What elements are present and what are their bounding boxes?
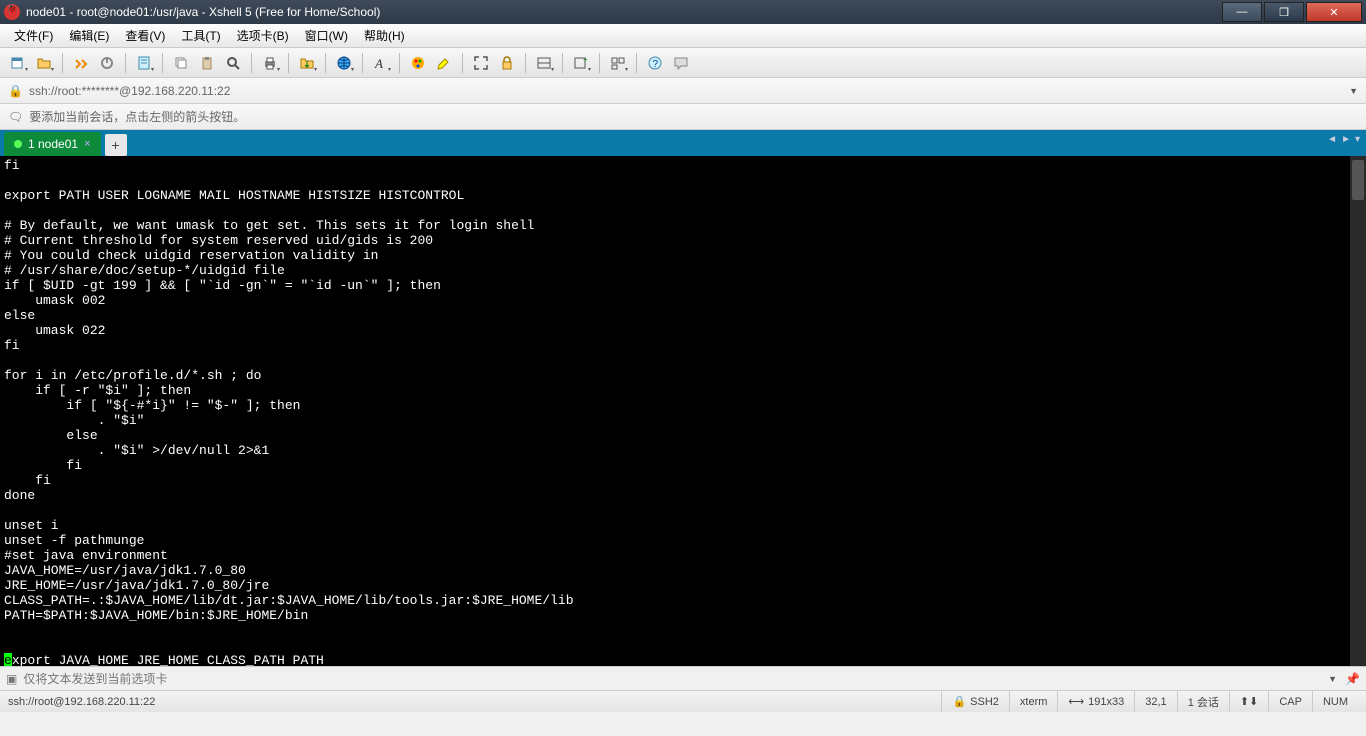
status-connection: ssh://root@192.168.220.11:22 bbox=[8, 696, 155, 708]
toolbar-separator bbox=[288, 53, 289, 73]
send-pin-button[interactable]: 📌 bbox=[1345, 672, 1360, 686]
add-session-icon[interactable]: 🗨 bbox=[8, 110, 23, 124]
layout-horizontal-button[interactable]: ▾ bbox=[532, 51, 556, 75]
close-button[interactable]: ✕ bbox=[1306, 2, 1362, 22]
toolbar-separator bbox=[399, 53, 400, 73]
toolbar-separator bbox=[562, 53, 563, 73]
lock-scroll-button[interactable] bbox=[495, 51, 519, 75]
terminal-cursor: e bbox=[4, 653, 12, 666]
app-icon bbox=[4, 4, 20, 20]
highlight-button[interactable] bbox=[432, 51, 456, 75]
find-button[interactable] bbox=[221, 51, 245, 75]
status-protocol: 🔒SSH2 bbox=[941, 691, 1008, 712]
menu-file[interactable]: 文件(F) bbox=[6, 24, 61, 47]
layout-add-button[interactable]: +▾ bbox=[569, 51, 593, 75]
svg-text:+: + bbox=[583, 55, 588, 64]
window-title: node01 - root@node01:/usr/java - Xshell … bbox=[26, 5, 1222, 19]
layout-grid-button[interactable]: ▾ bbox=[606, 51, 630, 75]
notifybar: 🗨 要添加当前会话，点击左侧的箭头按钮。 bbox=[0, 104, 1366, 130]
status-sessions: 1 会话 bbox=[1177, 691, 1229, 712]
feedback-button[interactable] bbox=[669, 51, 693, 75]
toolbar-separator bbox=[462, 53, 463, 73]
notify-text: 要添加当前会话，点击左侧的箭头按钮。 bbox=[29, 108, 245, 125]
menu-help[interactable]: 帮助(H) bbox=[356, 24, 413, 47]
send-input[interactable] bbox=[23, 672, 1320, 686]
paste-button[interactable] bbox=[195, 51, 219, 75]
globe-button[interactable]: ▾ bbox=[332, 51, 356, 75]
signal-icon: ⬆⬇ bbox=[1240, 695, 1258, 708]
status-signal: ⬆⬇ bbox=[1229, 691, 1268, 712]
main-toolbar: ▾ ▾ ▾ ▾ ▾ ▾ A▾ ▾ +▾ ▾ ? bbox=[0, 48, 1366, 78]
connection-indicator-icon bbox=[14, 140, 22, 148]
terminal[interactable]: fi export PATH USER LOGNAME MAIL HOSTNAM… bbox=[0, 156, 1366, 666]
menubar: 文件(F) 编辑(E) 查看(V) 工具(T) 选项卡(B) 窗口(W) 帮助(… bbox=[0, 24, 1366, 48]
toolbar-separator bbox=[325, 53, 326, 73]
toolbar-separator bbox=[362, 53, 363, 73]
toolbar-separator bbox=[525, 53, 526, 73]
menu-window[interactable]: 窗口(W) bbox=[297, 24, 356, 47]
tab-next-button[interactable]: ► bbox=[1341, 134, 1351, 145]
status-term-type: xterm bbox=[1009, 691, 1058, 712]
tab-prev-button[interactable]: ◄ bbox=[1327, 134, 1337, 145]
titlebar: node01 - root@node01:/usr/java - Xshell … bbox=[0, 0, 1366, 24]
send-target-dropdown[interactable]: ▼ bbox=[1326, 672, 1339, 686]
window-controls: — ❐ ✕ bbox=[1222, 2, 1362, 22]
tab-close-button[interactable]: × bbox=[84, 138, 90, 150]
tab-label: 1 node01 bbox=[28, 137, 78, 151]
font-button[interactable]: A▾ bbox=[369, 51, 393, 75]
session-tab[interactable]: 1 node01 × bbox=[4, 132, 101, 156]
send-icon[interactable]: ▣ bbox=[6, 672, 17, 686]
scrollbar-thumb[interactable] bbox=[1352, 160, 1364, 200]
sendbar: ▣ ▼ 📌 bbox=[0, 666, 1366, 690]
address-text[interactable]: ssh://root:********@192.168.220.11:22 bbox=[29, 84, 1343, 98]
toolbar-separator bbox=[251, 53, 252, 73]
toolbar-separator bbox=[125, 53, 126, 73]
new-session-button[interactable]: ▾ bbox=[6, 51, 30, 75]
menu-tools[interactable]: 工具(T) bbox=[173, 24, 228, 47]
maximize-button[interactable]: ❐ bbox=[1264, 2, 1304, 22]
disconnect-button[interactable] bbox=[95, 51, 119, 75]
print-button[interactable]: ▾ bbox=[258, 51, 282, 75]
status-cap: CAP bbox=[1268, 691, 1312, 712]
terminal-scrollbar[interactable] bbox=[1350, 156, 1366, 666]
size-icon: ⟷ bbox=[1068, 695, 1084, 708]
open-button[interactable]: ▾ bbox=[32, 51, 56, 75]
tab-nav: ◄ ► ▾ bbox=[1327, 134, 1360, 145]
statusbar: ssh://root@192.168.220.11:22 🔒SSH2 xterm… bbox=[0, 690, 1366, 712]
help-button[interactable]: ? bbox=[643, 51, 667, 75]
svg-text:A: A bbox=[374, 56, 383, 71]
status-num: NUM bbox=[1312, 691, 1358, 712]
tabstrip: 1 node01 × + ◄ ► ▾ bbox=[0, 130, 1366, 156]
menu-view[interactable]: 查看(V) bbox=[117, 24, 173, 47]
transfer-button[interactable]: ▾ bbox=[295, 51, 319, 75]
addressbar: 🔒 ssh://root:********@192.168.220.11:22 … bbox=[0, 78, 1366, 104]
status-cursor-pos: 32,1 bbox=[1134, 691, 1176, 712]
toolbar-separator bbox=[62, 53, 63, 73]
color-scheme-button[interactable] bbox=[406, 51, 430, 75]
toolbar-separator bbox=[162, 53, 163, 73]
reconnect-button[interactable] bbox=[69, 51, 93, 75]
address-dropdown[interactable]: ▼ bbox=[1349, 86, 1358, 96]
svg-text:?: ? bbox=[653, 59, 659, 70]
tab-list-button[interactable]: ▾ bbox=[1355, 134, 1360, 145]
minimize-button[interactable]: — bbox=[1222, 2, 1262, 22]
lock-icon: 🔒 bbox=[952, 695, 966, 708]
fullscreen-button[interactable] bbox=[469, 51, 493, 75]
status-size: ⟷191x33 bbox=[1057, 691, 1134, 712]
menu-edit[interactable]: 编辑(E) bbox=[61, 24, 117, 47]
add-tab-button[interactable]: + bbox=[105, 134, 127, 156]
toolbar-separator bbox=[599, 53, 600, 73]
lock-icon: 🔒 bbox=[8, 84, 23, 98]
properties-button[interactable]: ▾ bbox=[132, 51, 156, 75]
copy-button[interactable] bbox=[169, 51, 193, 75]
toolbar-separator bbox=[636, 53, 637, 73]
menu-tabs[interactable]: 选项卡(B) bbox=[229, 24, 297, 47]
